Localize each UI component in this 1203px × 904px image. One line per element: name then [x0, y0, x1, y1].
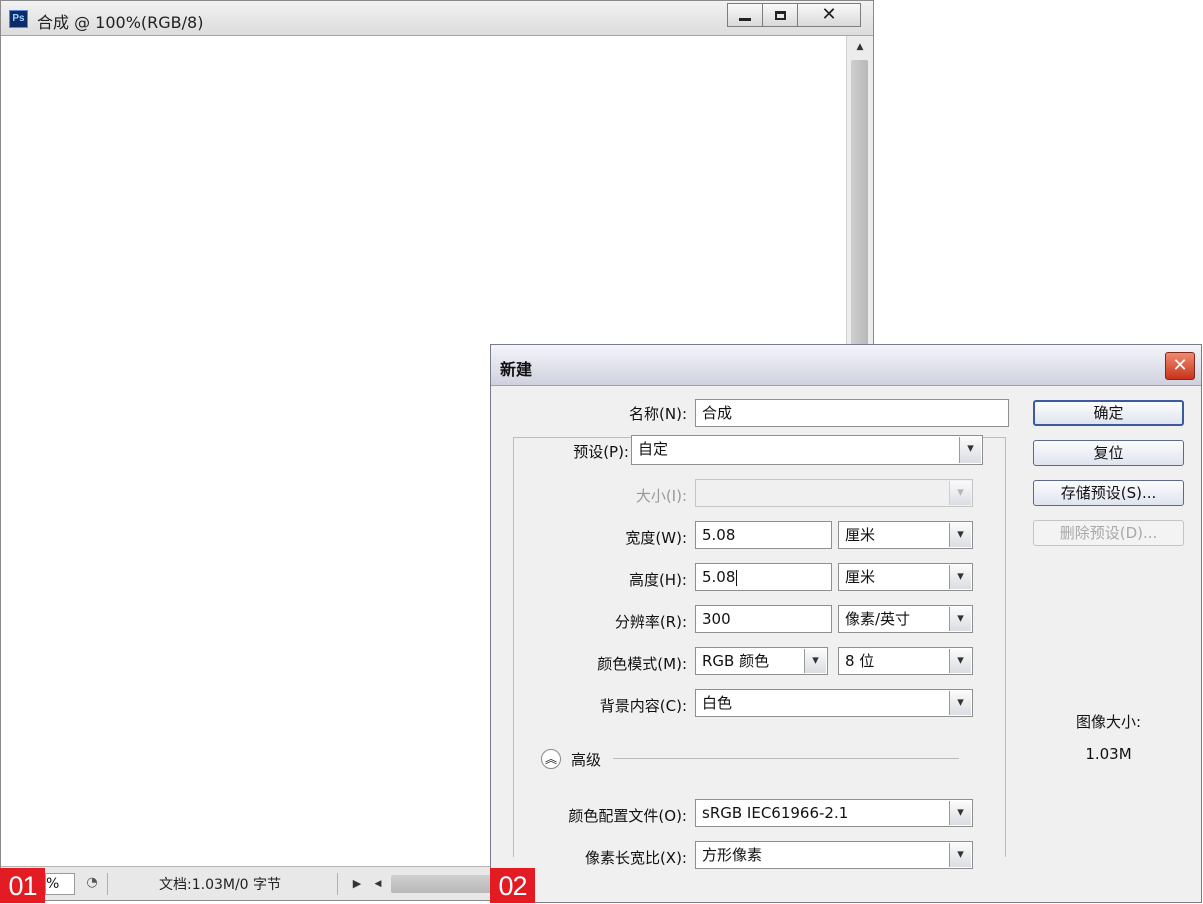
color-profile-label: 颜色配置文件(O): [568, 807, 687, 825]
resolution-unit-select[interactable]: 像素/英寸 ▾ [838, 605, 973, 633]
background-select[interactable]: 白色 ▾ [695, 689, 973, 717]
chevron-down-icon[interactable]: ▾ [949, 691, 971, 715]
color-mode-select[interactable]: RGB 颜色 ▾ [695, 647, 828, 675]
height-input[interactable]: 5.08 [695, 563, 832, 591]
advanced-toggle-icon[interactable]: ︽ [541, 749, 561, 769]
zoom-input[interactable]: % [45, 873, 75, 895]
color-mode-value: RGB 颜色 [702, 652, 770, 670]
resolution-label: 分辨率(R): [614, 613, 687, 631]
background-value: 白色 [702, 694, 733, 712]
maximize-button[interactable] [762, 3, 798, 27]
advanced-divider [613, 758, 959, 759]
step-badge-01: 01 [0, 868, 45, 903]
color-profile-select[interactable]: sRGB IEC61966-2.1 ▾ [695, 799, 973, 827]
height-value: 5.08 [702, 568, 736, 586]
status-divider [107, 873, 108, 895]
chevron-down-icon[interactable]: ▾ [949, 801, 971, 825]
save-preset-button[interactable]: 存储预设(S)... [1033, 480, 1184, 506]
width-label: 宽度(W): [625, 529, 687, 547]
reset-button[interactable]: 复位 [1033, 440, 1184, 466]
document-title: 合成 @ 100%(RGB/8) [37, 13, 204, 32]
status-expand-icon[interactable]: ▶ [347, 873, 367, 895]
bit-depth-value: 8 位 [845, 652, 875, 670]
chevron-down-icon[interactable]: ▾ [949, 607, 971, 631]
chevron-down-icon[interactable]: ▾ [949, 843, 971, 867]
close-button[interactable]: ✕ [797, 3, 861, 27]
chevron-down-icon: ▾ [949, 481, 971, 505]
height-label: 高度(H): [628, 571, 687, 589]
document-titlebar[interactable]: Ps 合成 @ 100%(RGB/8) ✕ [1, 1, 873, 36]
chevron-down-icon[interactable]: ▾ [804, 649, 826, 673]
preset-label: 预设(P): [567, 441, 629, 462]
close-icon: ✕ [1172, 355, 1188, 376]
chevron-down-icon[interactable]: ▾ [959, 437, 981, 463]
pixel-aspect-select[interactable]: 方形像素 ▾ [695, 841, 973, 869]
pixel-aspect-label: 像素长宽比(X): [584, 849, 687, 867]
delete-preset-button: 删除预设(D)... [1033, 520, 1184, 546]
dialog-title: 新建 [500, 360, 533, 379]
new-document-dialog: 新建 ✕ 名称(N): 合成 预设(P): 自定 ▾ 大小(I): ▾ 宽度(W… [490, 344, 1202, 903]
image-size-label: 图像大小: [1075, 713, 1142, 731]
minimize-icon [739, 17, 751, 21]
color-mode-label: 颜色模式(M): [597, 655, 687, 673]
name-input[interactable]: 合成 [695, 399, 1009, 427]
chevron-down-icon[interactable]: ▾ [949, 565, 971, 589]
height-unit-select[interactable]: 厘米 ▾ [838, 563, 973, 591]
window-controls: ✕ [727, 3, 861, 29]
text-cursor [736, 569, 738, 586]
close-icon: ✕ [821, 4, 837, 25]
ok-button[interactable]: 确定 [1033, 400, 1184, 426]
preset-value: 自定 [638, 440, 669, 458]
size-select: ▾ [695, 479, 973, 507]
scroll-left-icon[interactable]: ◀ [369, 873, 387, 895]
color-profile-value: sRGB IEC61966-2.1 [702, 804, 849, 822]
width-unit-select[interactable]: 厘米 ▾ [838, 521, 973, 549]
document-info: 文档:1.03M/0 字节 [159, 877, 282, 893]
photoshop-icon: Ps [9, 10, 28, 28]
chevron-down-icon[interactable]: ▾ [949, 649, 971, 673]
background-label: 背景内容(C): [599, 697, 687, 715]
horizontal-scrollbar-thumb[interactable] [391, 875, 501, 893]
minimize-button[interactable] [727, 3, 763, 27]
pixel-aspect-value: 方形像素 [702, 846, 763, 864]
status-divider [337, 873, 338, 895]
resolution-unit-value: 像素/英寸 [845, 610, 911, 628]
dialog-titlebar[interactable]: 新建 ✕ [491, 345, 1201, 386]
advanced-label[interactable]: 高级 [571, 749, 601, 770]
resolution-input[interactable]: 300 [695, 605, 832, 633]
scroll-up-icon[interactable]: ▲ [847, 36, 873, 58]
status-menu-icon[interactable]: ◔ [81, 872, 103, 894]
height-unit-value: 厘米 [845, 568, 876, 586]
dialog-close-button[interactable]: ✕ [1165, 352, 1195, 380]
width-input[interactable]: 5.08 [695, 521, 832, 549]
maximize-icon [774, 10, 786, 20]
width-unit-value: 厘米 [845, 526, 876, 544]
image-size-value: 1.03M [1085, 745, 1132, 763]
bit-depth-select[interactable]: 8 位 ▾ [838, 647, 973, 675]
step-badge-02: 02 [490, 868, 535, 903]
preset-select[interactable]: 自定 ▾ [631, 435, 983, 465]
size-label: 大小(I): [635, 487, 687, 505]
chevron-down-icon[interactable]: ▾ [949, 523, 971, 547]
name-label: 名称(N): [629, 405, 687, 423]
